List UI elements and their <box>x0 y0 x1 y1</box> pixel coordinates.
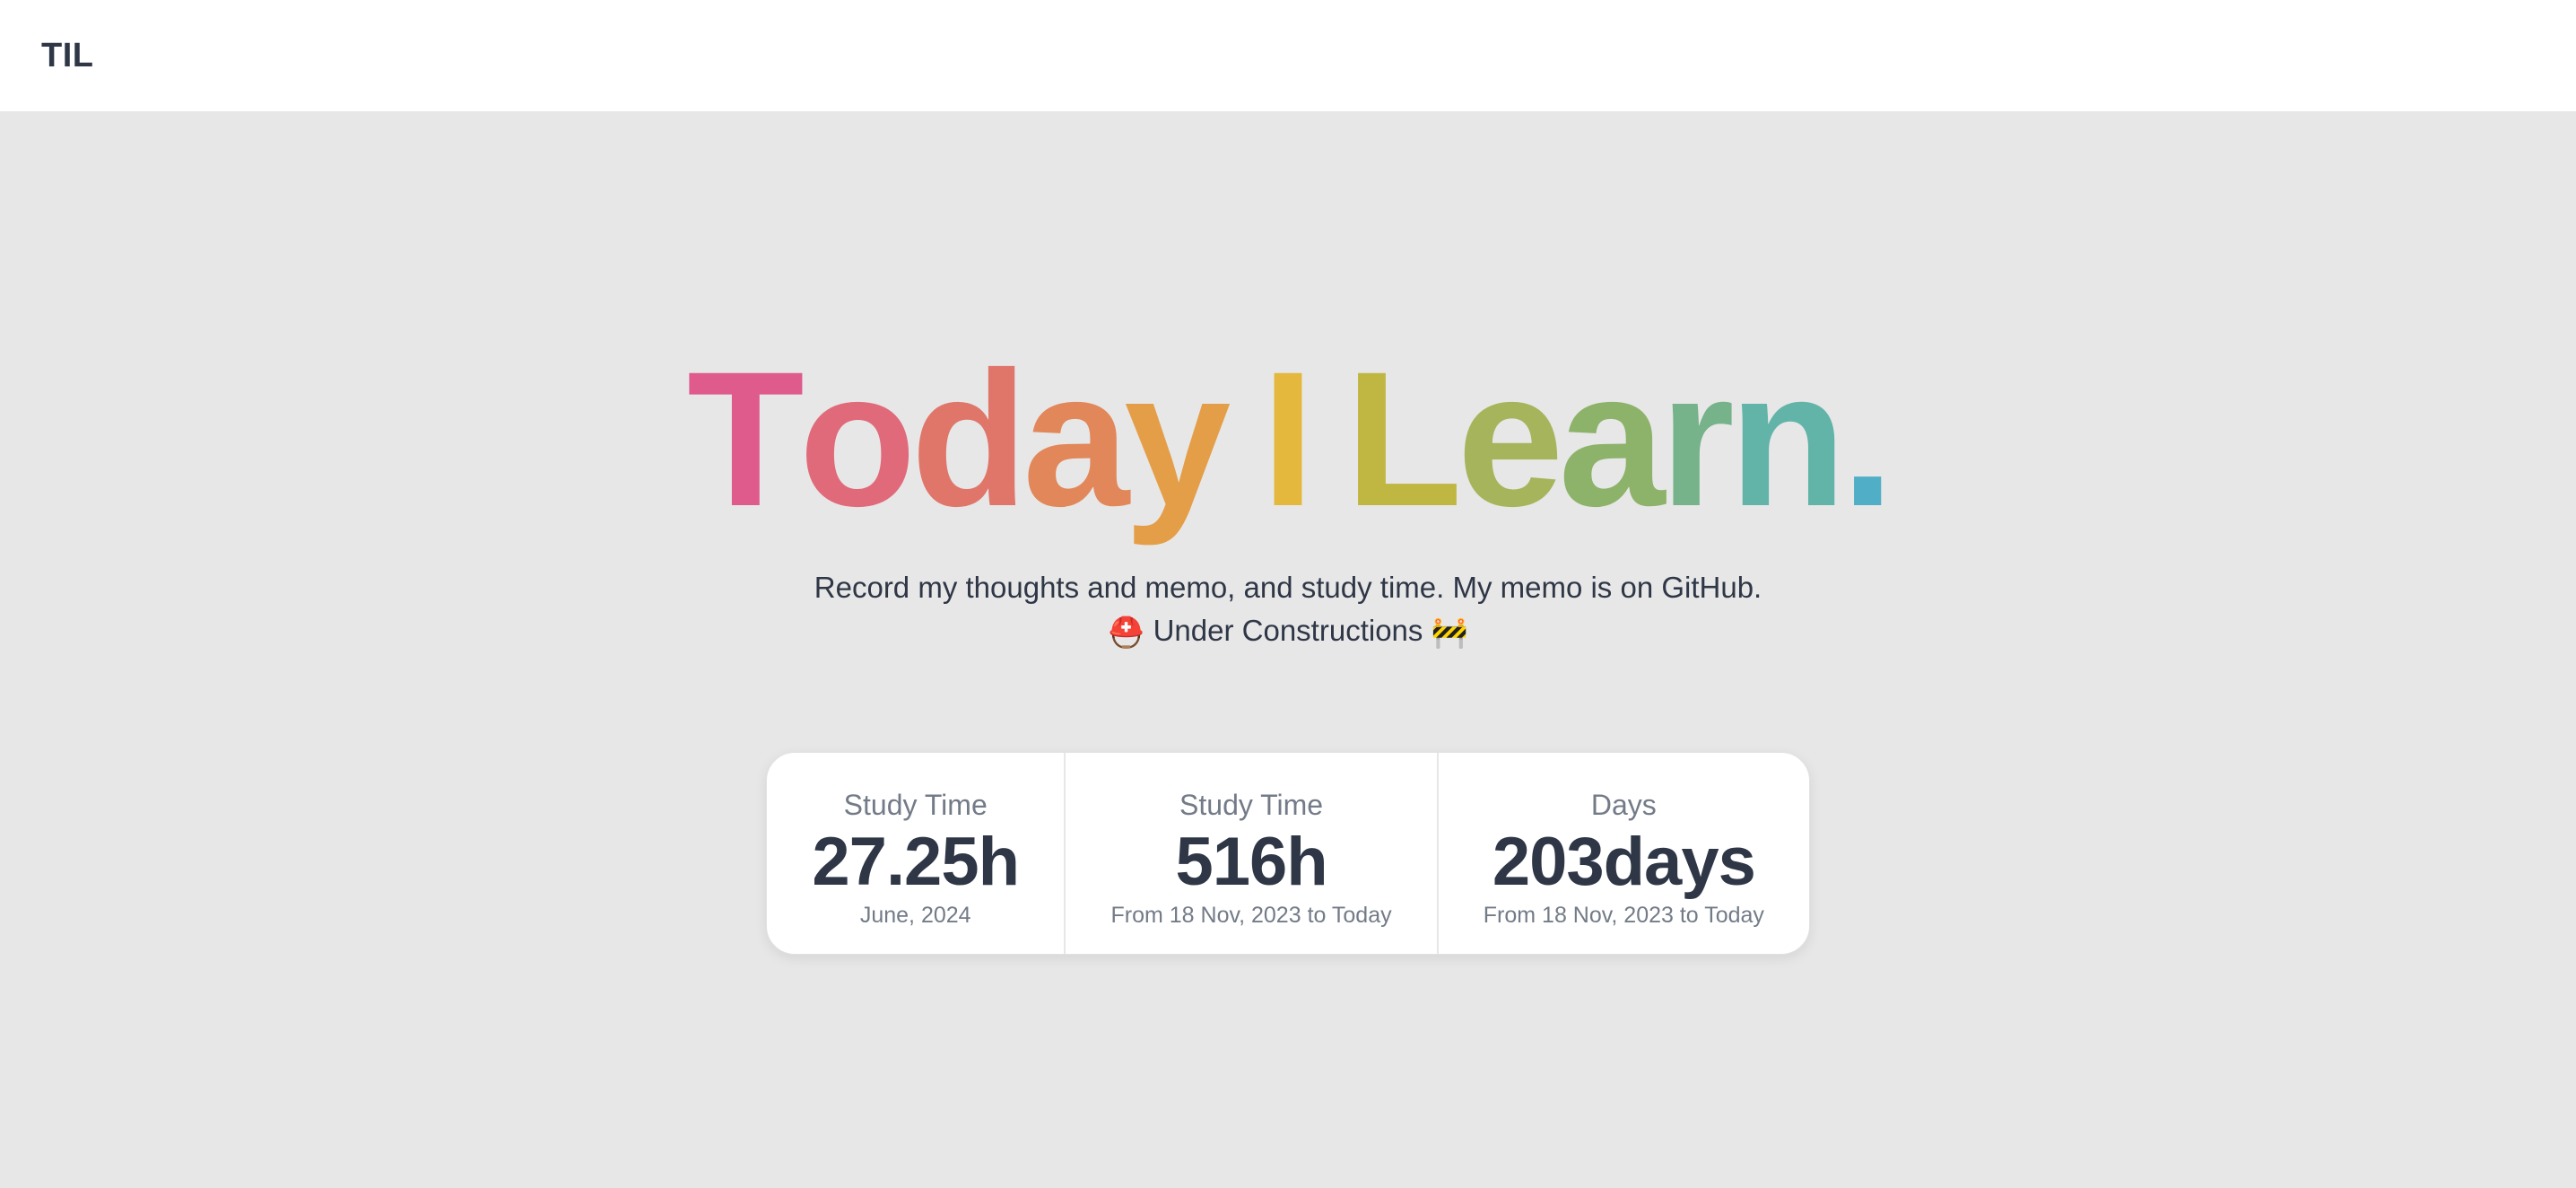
navbar: TIL <box>0 0 2576 111</box>
title-letter: r <box>1659 332 1735 546</box>
title-letter: . <box>1841 332 1895 546</box>
stat-total-study-time: Study Time 516h From 18 Nov, 2023 to Tod… <box>1064 753 1436 954</box>
title-letter: L <box>1345 332 1463 546</box>
construction-status-text: Under Constructions <box>1153 614 1423 647</box>
title-letter: I <box>1261 332 1315 546</box>
stat-title: Days <box>1590 789 1657 821</box>
title-space <box>1225 341 1261 538</box>
stat-title: Study Time <box>1179 789 1324 821</box>
construction-icon: 🚧 <box>1431 616 1468 650</box>
stat-monthly-study-time: Study Time 27.25h June, 2024 <box>767 753 1064 954</box>
stats-panel: Study Time 27.25h June, 2024 Study Time … <box>766 752 1810 955</box>
title-letter: a <box>1558 332 1665 546</box>
title-letter: d <box>910 332 1028 546</box>
title-letter: o <box>798 332 917 546</box>
hero-title: Today I Learn. <box>0 341 2576 538</box>
brand-link[interactable]: TIL <box>41 37 93 75</box>
title-letter: n <box>1728 332 1847 546</box>
stat-desc: June, 2024 <box>859 903 971 928</box>
stat-value: 516h <box>1175 824 1327 900</box>
title-letter: T <box>686 332 805 546</box>
stat-days: Days 203days From 18 Nov, 2023 to Today <box>1436 753 1809 954</box>
stat-desc: From 18 Nov, 2023 to Today <box>1110 903 1392 928</box>
title-letter: e <box>1457 332 1563 546</box>
stat-value: 203days <box>1492 824 1756 900</box>
title-space <box>1310 341 1345 538</box>
title-letter: y <box>1124 332 1231 546</box>
stat-value: 27.25h <box>812 824 1020 900</box>
stat-title: Study Time <box>843 789 988 821</box>
stat-desc: From 18 Nov, 2023 to Today <box>1483 903 1764 928</box>
construction-status: ⛑️ Under Constructions 🚧 <box>0 609 2576 654</box>
title-letter: a <box>1023 332 1129 546</box>
rescue-helmet-icon: ⛑️ <box>1108 616 1145 650</box>
hero-subtitle: Record my thoughts and memo, and study t… <box>814 571 1762 604</box>
